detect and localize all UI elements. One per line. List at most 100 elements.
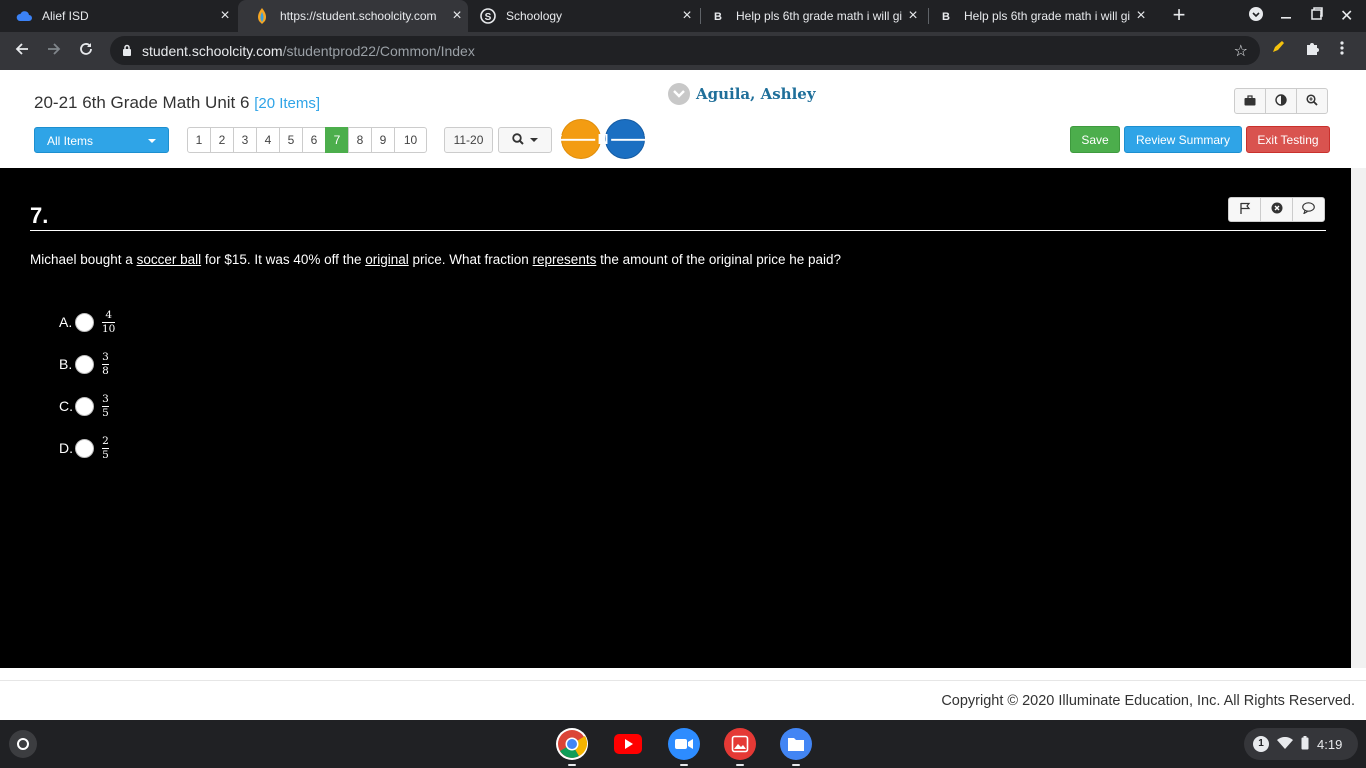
flag-icon (1239, 202, 1251, 217)
choice-radio[interactable] (75, 438, 94, 458)
question-text-segment: Michael bought a (30, 252, 137, 267)
exit-testing-button[interactable]: Exit Testing (1246, 126, 1330, 153)
toolbox-button[interactable] (1234, 88, 1266, 114)
launcher-button[interactable] (9, 730, 37, 758)
all-items-dropdown[interactable]: All Items (34, 127, 169, 153)
close-icon[interactable]: × (676, 7, 698, 25)
extensions-puzzle-icon[interactable] (1304, 40, 1320, 61)
new-tab-icon[interactable]: + (1168, 4, 1190, 27)
tab-schoolcity[interactable]: https://student.schoolcity.com × (238, 0, 468, 32)
zoom-icon[interactable] (668, 728, 700, 760)
clock-time: 4:19 (1317, 736, 1343, 752)
save-button[interactable]: Save (1070, 126, 1120, 153)
extension-pencil-icon[interactable] (1271, 40, 1285, 59)
search-dropdown[interactable] (498, 127, 552, 153)
choice-fraction: 35 (102, 393, 109, 419)
close-icon[interactable]: × (446, 7, 468, 25)
tab-search-icon[interactable] (1248, 6, 1264, 25)
contrast-icon (1275, 93, 1287, 109)
answer-choice[interactable]: B. 3 8 (59, 349, 109, 379)
fraction-denominator: 8 (102, 364, 109, 377)
eliminate-button[interactable] (1260, 197, 1293, 222)
zoom-button[interactable] (1296, 88, 1328, 114)
arrow-left-icon: 🡐 (554, 131, 597, 149)
test-title: 20-21 6th Grade Math Unit 6 [20 Items] (34, 93, 321, 112)
gallery-icon[interactable] (724, 728, 756, 760)
page-scrollbar[interactable] (1351, 168, 1366, 668)
cloud-icon (16, 8, 32, 24)
page-button-7[interactable]: 7 (325, 127, 349, 153)
close-circle-icon (1271, 202, 1283, 217)
address-bar[interactable]: student.schoolcity.com/studentprod22/Com… (110, 36, 1260, 65)
page-footer: Copyright © 2020 Illuminate Education, I… (0, 680, 1366, 720)
tab-schoology[interactable]: S Schoology × (470, 0, 698, 32)
page-button-6[interactable]: 6 (302, 127, 326, 153)
close-window-icon[interactable]: ✕ (1340, 6, 1353, 26)
fraction-numerator: 2 (102, 434, 109, 447)
notification-count: 1 (1253, 736, 1269, 752)
browser-menu-icon[interactable] (1340, 40, 1344, 61)
page-button-2[interactable]: 2 (210, 127, 234, 153)
comment-button[interactable] (1292, 197, 1325, 222)
choice-letter: A. (59, 314, 73, 330)
page-button-3[interactable]: 3 (233, 127, 257, 153)
page-button-4[interactable]: 4 (256, 127, 280, 153)
close-icon[interactable]: × (1130, 7, 1152, 25)
glossary-term[interactable]: original (365, 252, 409, 267)
choice-radio[interactable] (75, 396, 94, 416)
next-button[interactable]: N 🡒 (598, 119, 652, 159)
page-button-8[interactable]: 8 (348, 127, 372, 153)
page-button-5[interactable]: 5 (279, 127, 303, 153)
forward-icon[interactable] (41, 38, 67, 64)
reload-icon[interactable] (73, 38, 99, 64)
previous-button[interactable]: 🡐 P (554, 119, 608, 159)
svg-text:B: B (942, 11, 950, 22)
range-11-20-button[interactable]: 11-20 (444, 127, 493, 153)
wifi-icon (1277, 736, 1293, 752)
page-button-9[interactable]: 9 (371, 127, 395, 153)
choice-radio[interactable] (75, 354, 94, 374)
close-icon[interactable]: × (214, 7, 236, 25)
bookmark-star-icon[interactable]: ☆ (1234, 41, 1248, 61)
tab-brainly-2[interactable]: B Help pls 6th grade math i will gi × (928, 0, 1152, 32)
running-indicator (792, 764, 800, 766)
copyright-text: Copyright © 2020 Illuminate Education, I… (941, 693, 1355, 709)
choice-letter: C. (59, 398, 73, 414)
schoology-icon: S (480, 8, 496, 24)
answer-choice[interactable]: D. 2 5 (59, 433, 109, 463)
glossary-term[interactable]: represents (533, 252, 597, 267)
system-tray[interactable]: 1 4:19 (1244, 728, 1358, 760)
tab-brainly-1[interactable]: B Help pls 6th grade math i will gi × (700, 0, 924, 32)
os-shelf: 1 4:19 (0, 720, 1366, 768)
review-summary-button[interactable]: Review Summary (1124, 126, 1242, 153)
chrome-icon[interactable] (556, 728, 588, 760)
fraction-numerator: 4 (105, 308, 113, 321)
glossary-term[interactable]: soccer ball (137, 252, 202, 267)
chevron-down-icon[interactable] (668, 83, 690, 105)
contrast-button[interactable] (1265, 88, 1297, 114)
choice-radio[interactable] (75, 312, 94, 332)
restore-icon[interactable] (1311, 6, 1323, 25)
page-button-1[interactable]: 1 (187, 127, 211, 153)
lock-icon (122, 44, 132, 59)
question-text-segment: for $15. It was 40% off the (201, 252, 366, 267)
files-icon[interactable] (780, 728, 812, 760)
minimize-icon[interactable] (1280, 6, 1292, 25)
youtube-icon[interactable] (612, 728, 644, 760)
close-icon[interactable]: × (902, 7, 924, 25)
tab-alief-isd[interactable]: Alief ISD × (0, 0, 236, 32)
tab-title: Schoology (506, 9, 563, 23)
running-indicator (680, 764, 688, 766)
launcher-icon (17, 738, 29, 750)
student-name: Aguila, Ashley (696, 85, 816, 103)
page-button-10[interactable]: 10 (394, 127, 427, 153)
question-text-segment: price. What fraction (408, 252, 533, 267)
flag-button[interactable] (1228, 197, 1261, 222)
student-menu[interactable]: Aguila, Ashley (668, 83, 816, 105)
question-pager: 1 2 3 4 5 6 7 8 9 10 (187, 127, 427, 153)
answer-choice[interactable]: C. 3 5 (59, 391, 109, 421)
caret-down-icon (530, 138, 538, 142)
answer-choice[interactable]: A. 4 10 (59, 307, 116, 337)
back-icon[interactable] (9, 38, 35, 64)
tab-title: https://student.schoolcity.com (280, 9, 437, 23)
